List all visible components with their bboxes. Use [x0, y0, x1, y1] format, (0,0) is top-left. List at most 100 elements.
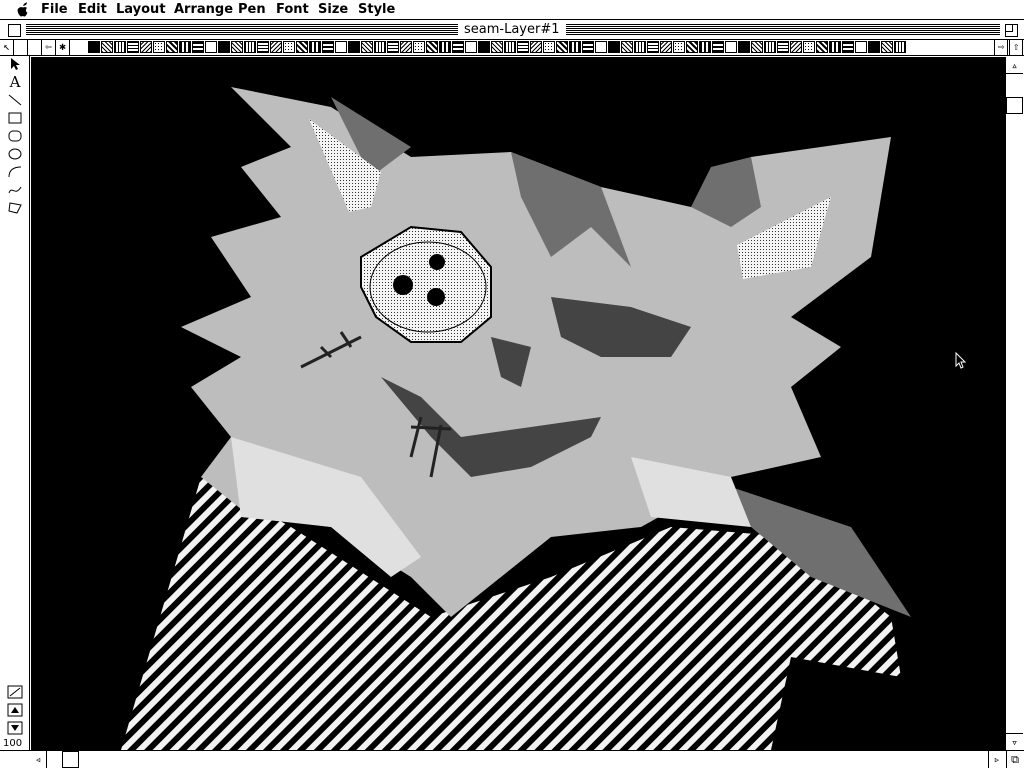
pattern-swatch[interactable] — [517, 41, 529, 53]
pattern-swatch[interactable] — [543, 41, 555, 53]
pattern-swatch[interactable] — [595, 41, 607, 53]
scroll-thumb[interactable] — [1006, 97, 1023, 114]
pattern-blank-box[interactable] — [14, 40, 28, 55]
pattern-swatch[interactable] — [621, 41, 633, 53]
pattern-swatch[interactable] — [114, 41, 126, 53]
pattern-swatch[interactable] — [426, 41, 438, 53]
line-style-icon[interactable] — [4, 684, 26, 700]
pattern-swatch[interactable] — [504, 41, 516, 53]
menu-pen[interactable]: Pen — [238, 2, 266, 18]
pattern-swatch[interactable] — [725, 41, 737, 53]
scroll-left-arrow-icon[interactable]: ◃ — [30, 751, 47, 768]
close-box[interactable] — [8, 24, 21, 37]
pattern-swatch[interactable] — [439, 41, 451, 53]
pattern-swatch[interactable] — [673, 41, 685, 53]
pattern-swatch[interactable] — [192, 41, 204, 53]
pattern-swatch[interactable] — [101, 41, 113, 53]
menu-size[interactable]: Size — [318, 2, 348, 18]
pattern-swatch[interactable] — [465, 41, 477, 53]
menu-style[interactable]: Style — [358, 2, 395, 18]
pattern-swatch[interactable] — [413, 41, 425, 53]
pattern-swatch[interactable] — [777, 41, 789, 53]
h-scroll-thumb[interactable] — [62, 751, 79, 768]
pattern-swatch[interactable] — [738, 41, 750, 53]
vertical-scrollbar[interactable]: ▵ ▿ — [1005, 57, 1024, 750]
horizontal-scrollbar[interactable]: ◃ ▹ ⧉ — [0, 750, 1024, 768]
pattern-swatch[interactable] — [309, 41, 321, 53]
window-title-bar[interactable]: seam-Layer#1 — [0, 21, 1024, 40]
pattern-swatch[interactable] — [881, 41, 893, 53]
scroll-right-arrow-icon[interactable]: ▹ — [988, 751, 1005, 768]
menu-edit[interactable]: Edit — [78, 2, 107, 18]
pattern-swatch[interactable] — [803, 41, 815, 53]
pattern-swatch[interactable] — [868, 41, 880, 53]
pattern-arrow-icon[interactable]: ↖ — [0, 40, 14, 55]
pattern-swatch[interactable] — [751, 41, 763, 53]
line-tool[interactable] — [4, 92, 26, 108]
pattern-swatch[interactable] — [153, 41, 165, 53]
pattern-swatch[interactable] — [322, 41, 334, 53]
oval-tool[interactable] — [4, 146, 26, 162]
scroll-up-arrow-icon[interactable]: ▵ — [1006, 57, 1023, 74]
pattern-swatch[interactable] — [205, 41, 217, 53]
drawing-canvas[interactable] — [31, 57, 1005, 750]
rectangle-tool[interactable] — [4, 110, 26, 126]
menu-layout[interactable]: Layout — [116, 2, 166, 18]
menu-arrange[interactable]: Arrange — [174, 2, 233, 18]
zoom-out-icon[interactable] — [4, 720, 26, 736]
pattern-swatch[interactable] — [140, 41, 152, 53]
pattern-swatch[interactable] — [699, 41, 711, 53]
pattern-swatch[interactable] — [88, 41, 100, 53]
scroll-up-icon[interactable]: ⇧ — [1009, 40, 1023, 55]
pattern-swatch[interactable] — [556, 41, 568, 53]
pattern-swatch[interactable] — [816, 41, 828, 53]
pattern-swatch[interactable] — [452, 41, 464, 53]
pattern-swatch[interactable] — [361, 41, 373, 53]
pattern-swatch[interactable] — [296, 41, 308, 53]
arrow-tool[interactable] — [4, 56, 26, 72]
pattern-swatch[interactable] — [231, 41, 243, 53]
scroll-left-icon[interactable]: ⇦ — [42, 40, 56, 55]
pattern-swatch[interactable] — [218, 41, 230, 53]
scroll-right-icon[interactable]: ⇨ — [994, 40, 1008, 55]
pattern-swatch[interactable] — [647, 41, 659, 53]
pattern-swatch[interactable] — [283, 41, 295, 53]
pattern-swatch[interactable] — [335, 41, 347, 53]
polygon-tool[interactable] — [4, 200, 26, 216]
pattern-swatch[interactable] — [829, 41, 841, 53]
pattern-swatch[interactable] — [530, 41, 542, 53]
pattern-swatch[interactable] — [270, 41, 282, 53]
menu-file[interactable]: File — [41, 2, 68, 18]
pattern-swatch[interactable] — [790, 41, 802, 53]
pattern-swatch[interactable] — [660, 41, 672, 53]
pattern-swatch[interactable] — [179, 41, 191, 53]
pattern-swatch[interactable] — [842, 41, 854, 53]
pattern-swatch[interactable] — [712, 41, 724, 53]
pattern-swatch[interactable] — [374, 41, 386, 53]
zoom-in-icon[interactable] — [4, 702, 26, 718]
pattern-swatch[interactable] — [257, 41, 269, 53]
pattern-swatch[interactable] — [387, 41, 399, 53]
pattern-swatch[interactable] — [244, 41, 256, 53]
pattern-swatch[interactable] — [127, 41, 139, 53]
apple-icon[interactable] — [14, 1, 32, 19]
pattern-swatch[interactable] — [569, 41, 581, 53]
pattern-blank-box[interactable] — [28, 40, 42, 55]
text-tool[interactable]: A — [4, 73, 26, 91]
pattern-swatch[interactable] — [855, 41, 867, 53]
size-box[interactable]: ⧉ — [1006, 751, 1023, 768]
pattern-swatch[interactable] — [608, 41, 620, 53]
scroll-down-arrow-icon[interactable]: ▿ — [1006, 733, 1023, 750]
pattern-swatch[interactable] — [348, 41, 360, 53]
arc-tool[interactable] — [4, 164, 26, 180]
pattern-swatch[interactable] — [634, 41, 646, 53]
pattern-swatch[interactable] — [400, 41, 412, 53]
rounded-rectangle-tool[interactable] — [4, 128, 26, 144]
pattern-swatch[interactable] — [166, 41, 178, 53]
pattern-swatch[interactable] — [582, 41, 594, 53]
pattern-swatch[interactable] — [491, 41, 503, 53]
pattern-swatch[interactable] — [894, 41, 906, 53]
menu-font[interactable]: Font — [276, 2, 309, 18]
pattern-swatch[interactable] — [686, 41, 698, 53]
pattern-swatch[interactable] — [764, 41, 776, 53]
